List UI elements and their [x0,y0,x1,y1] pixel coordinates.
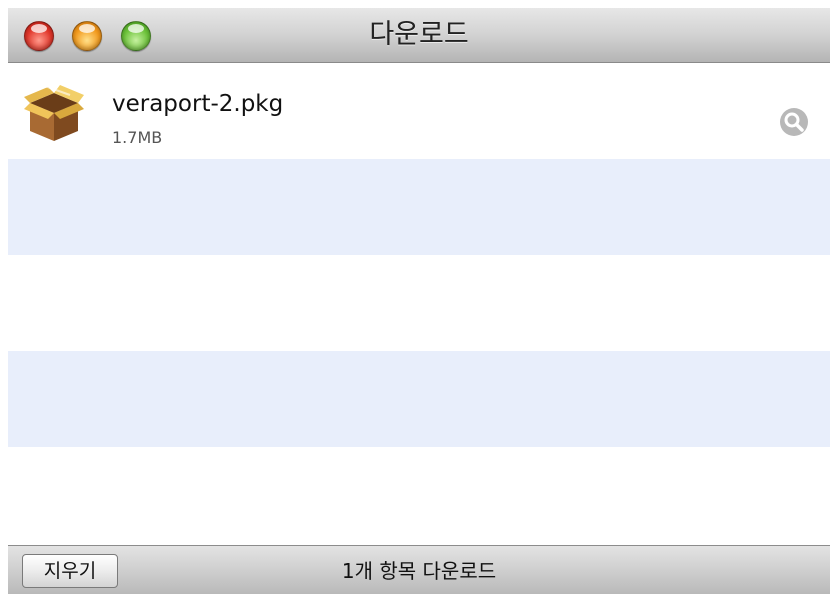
empty-list-row [8,159,830,255]
window-title: 다운로드 [369,19,469,50]
package-icon [24,84,84,141]
empty-list-row [8,351,830,447]
title-bar[interactable]: 다운로드 [8,8,830,63]
downloads-window: 다운로드 veraport-2.pkg 1.7MB 1개 항목 다운로드 지우기 [8,8,830,594]
clear-button[interactable]: 지우기 [22,554,118,588]
download-item[interactable]: veraport-2.pkg 1.7MB [8,63,830,159]
status-bar: 1개 항목 다운로드 지우기 [8,545,830,594]
downloads-list: veraport-2.pkg 1.7MB [8,63,830,545]
file-name[interactable]: veraport-2.pkg [112,91,283,117]
download-count-status: 1개 항목 다운로드 [341,559,497,583]
empty-list-row [8,447,830,543]
reveal-in-finder-button[interactable] [780,108,808,136]
magnifier-icon [784,112,804,132]
file-size: 1.7MB [112,128,163,147]
empty-list-row [8,255,830,351]
